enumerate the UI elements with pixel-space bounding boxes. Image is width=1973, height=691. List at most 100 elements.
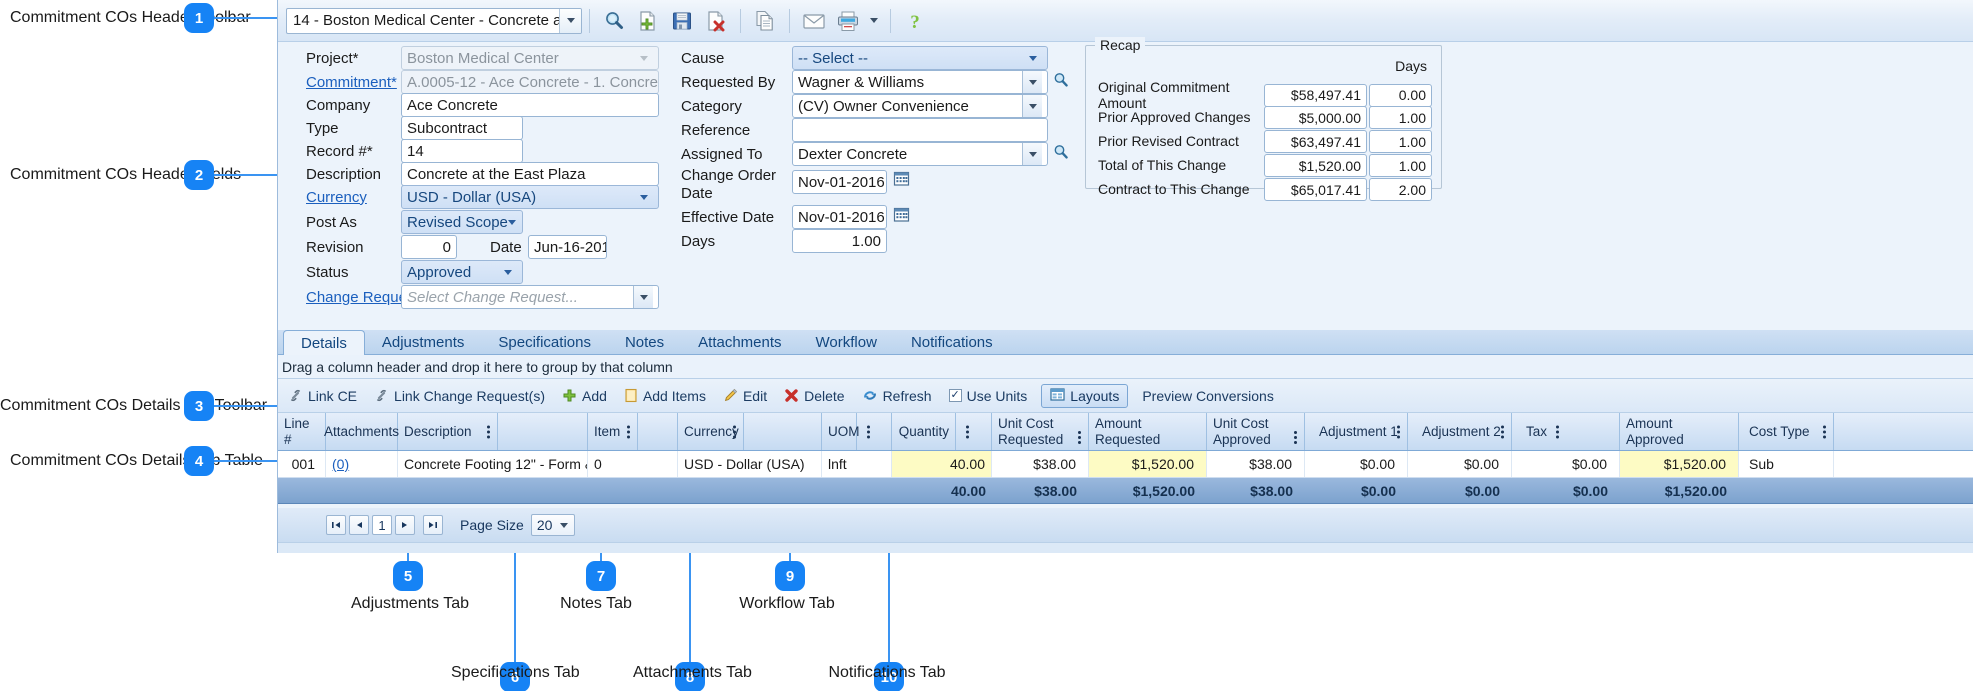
copy-icon[interactable]	[749, 5, 781, 37]
table-row[interactable]: 001 (0) Concrete Footing 12" - Form & Po…	[278, 451, 1973, 478]
calendar-icon[interactable]	[893, 170, 910, 192]
requested-by-field[interactable]: Wagner & Williams	[792, 70, 1048, 94]
group-by-dropzone[interactable]: Drag a column header and drop it here to…	[278, 355, 1973, 379]
recap-row-days[interactable]: 1.00	[1369, 106, 1432, 129]
column-header-spacer-2[interactable]	[638, 413, 678, 450]
tab-adjustments[interactable]: Adjustments	[365, 330, 482, 354]
column-header-quantity[interactable]: Quantity	[892, 413, 956, 450]
currency-field[interactable]: USD - Dollar (USA)	[401, 185, 659, 209]
chevron-down-icon[interactable]	[1022, 143, 1042, 165]
assigned-to-search-icon[interactable]	[1053, 144, 1069, 165]
cell-attachments[interactable]: (0)	[326, 451, 398, 477]
column-menu-icon[interactable]	[487, 425, 490, 438]
company-field[interactable]: Ace Concrete	[401, 93, 659, 117]
chevron-down-icon[interactable]	[1022, 95, 1042, 117]
edit-button[interactable]: Edit	[723, 388, 767, 404]
date-field[interactable]: Jun-16-2015	[528, 235, 607, 259]
column-header-uom-menu[interactable]	[857, 413, 892, 450]
currency-label[interactable]: Currency	[306, 189, 401, 206]
description-field[interactable]: Concrete at the East Plaza	[401, 162, 659, 186]
delete-document-icon[interactable]	[700, 5, 732, 37]
requested-by-search-icon[interactable]	[1053, 72, 1069, 93]
recap-row-amount[interactable]: $58,497.41	[1264, 83, 1367, 107]
recap-row-amount[interactable]: $65,017.41	[1264, 178, 1367, 201]
chevron-down-icon[interactable]	[633, 286, 653, 308]
add-button[interactable]: Add	[562, 388, 607, 404]
delete-button[interactable]: Delete	[784, 388, 845, 404]
column-menu-icon[interactable]	[627, 425, 630, 438]
type-field[interactable]: Subcontract	[401, 116, 523, 140]
change-order-date-field[interactable]: Nov-01-2016	[792, 170, 887, 194]
column-menu-icon[interactable]	[1397, 425, 1400, 438]
column-header-currency[interactable]: Currency	[678, 413, 744, 450]
change-request-field[interactable]: Select Change Request...	[401, 285, 659, 309]
column-menu-icon[interactable]	[1556, 425, 1559, 438]
category-field[interactable]: (CV) Owner Convenience	[792, 94, 1048, 118]
status-field[interactable]: Approved	[401, 260, 523, 284]
days-field[interactable]: 1.00	[792, 229, 887, 253]
recap-row-amount[interactable]: $5,000.00	[1264, 106, 1367, 129]
layouts-button[interactable]: Layouts	[1041, 383, 1129, 408]
chevron-down-icon[interactable]	[559, 8, 581, 33]
attachments-link[interactable]: (0)	[332, 456, 349, 472]
column-header-line-number[interactable]: Line #	[278, 413, 326, 450]
next-page-button[interactable]	[395, 515, 415, 535]
first-page-button[interactable]	[326, 515, 346, 535]
calendar-icon[interactable]	[893, 206, 910, 228]
link-ce-button[interactable]: Link CE	[288, 388, 357, 404]
column-header-uom[interactable]: UOM	[822, 413, 860, 450]
search-icon[interactable]	[598, 5, 630, 37]
assigned-to-field[interactable]: Dexter Concrete	[792, 142, 1048, 166]
chevron-down-icon[interactable]	[1022, 71, 1042, 93]
chevron-down-icon[interactable]	[499, 261, 517, 283]
page-size-select[interactable]: 20	[530, 514, 575, 536]
commitment-label[interactable]: Commitment*	[306, 74, 401, 91]
preview-conversions-link[interactable]: Preview Conversions	[1142, 388, 1274, 404]
column-menu-icon[interactable]	[733, 425, 736, 438]
current-page-button[interactable]: 1	[372, 515, 392, 535]
recap-row-days[interactable]: 2.00	[1369, 178, 1432, 201]
tab-workflow[interactable]: Workflow	[799, 330, 894, 354]
column-header-unit-cost-requested[interactable]: Unit Cost Requested	[992, 413, 1089, 450]
link-change-requests-button[interactable]: Link Change Request(s)	[374, 388, 545, 404]
chevron-down-icon[interactable]	[635, 47, 653, 69]
tab-details[interactable]: Details	[283, 330, 365, 355]
tab-notes[interactable]: Notes	[608, 330, 681, 354]
project-field[interactable]: Boston Medical Center	[401, 46, 659, 70]
column-header-description[interactable]: Description	[398, 413, 498, 450]
new-document-icon[interactable]	[632, 5, 664, 37]
chevron-down-icon[interactable]	[559, 522, 568, 528]
column-header-amount-approved[interactable]: Amount Approved	[1620, 413, 1739, 450]
effective-date-field[interactable]: Nov-01-2016	[792, 205, 887, 229]
column-header-spacer-3[interactable]	[744, 413, 822, 450]
column-header-tax[interactable]: Tax	[1512, 413, 1620, 450]
reference-field[interactable]	[792, 118, 1048, 142]
column-menu-icon[interactable]	[1294, 431, 1297, 444]
save-icon[interactable]	[666, 5, 698, 37]
refresh-button[interactable]: Refresh	[862, 388, 932, 404]
recap-row-days[interactable]: 1.00	[1369, 154, 1432, 177]
chevron-down-icon[interactable]	[635, 186, 653, 208]
column-header-adjustment-2[interactable]: Adjustment 2	[1408, 413, 1512, 450]
change-request-label[interactable]: Change Request	[306, 289, 419, 306]
column-menu-icon[interactable]	[1078, 431, 1081, 444]
post-as-field[interactable]: Revised Scope	[401, 210, 523, 234]
record-number-field[interactable]: 14	[401, 139, 523, 163]
recap-row-days[interactable]: 1.00	[1369, 130, 1432, 153]
use-units-checkbox[interactable]: ✓ Use Units	[948, 388, 1027, 404]
tab-attachments[interactable]: Attachments	[681, 330, 798, 354]
column-header-cost-type[interactable]: Cost Type	[1739, 413, 1834, 450]
email-icon[interactable]	[798, 5, 830, 37]
column-header-attachments[interactable]: Attachments	[324, 413, 399, 450]
column-header-spacer-1[interactable]	[498, 413, 588, 450]
tab-specifications[interactable]: Specifications	[481, 330, 608, 354]
column-header-adjustment-1[interactable]: Adjustment 1	[1305, 413, 1408, 450]
print-dropdown-icon[interactable]	[865, 5, 883, 37]
column-menu-icon[interactable]	[867, 425, 870, 438]
cause-field[interactable]: -- Select --	[792, 46, 1048, 70]
revision-field[interactable]: 0	[401, 235, 457, 259]
recap-row-amount[interactable]: $1,520.00	[1264, 154, 1367, 177]
last-page-button[interactable]	[423, 515, 443, 535]
column-header-item[interactable]: Item	[588, 413, 638, 450]
add-items-button[interactable]: Add Items	[624, 388, 706, 404]
